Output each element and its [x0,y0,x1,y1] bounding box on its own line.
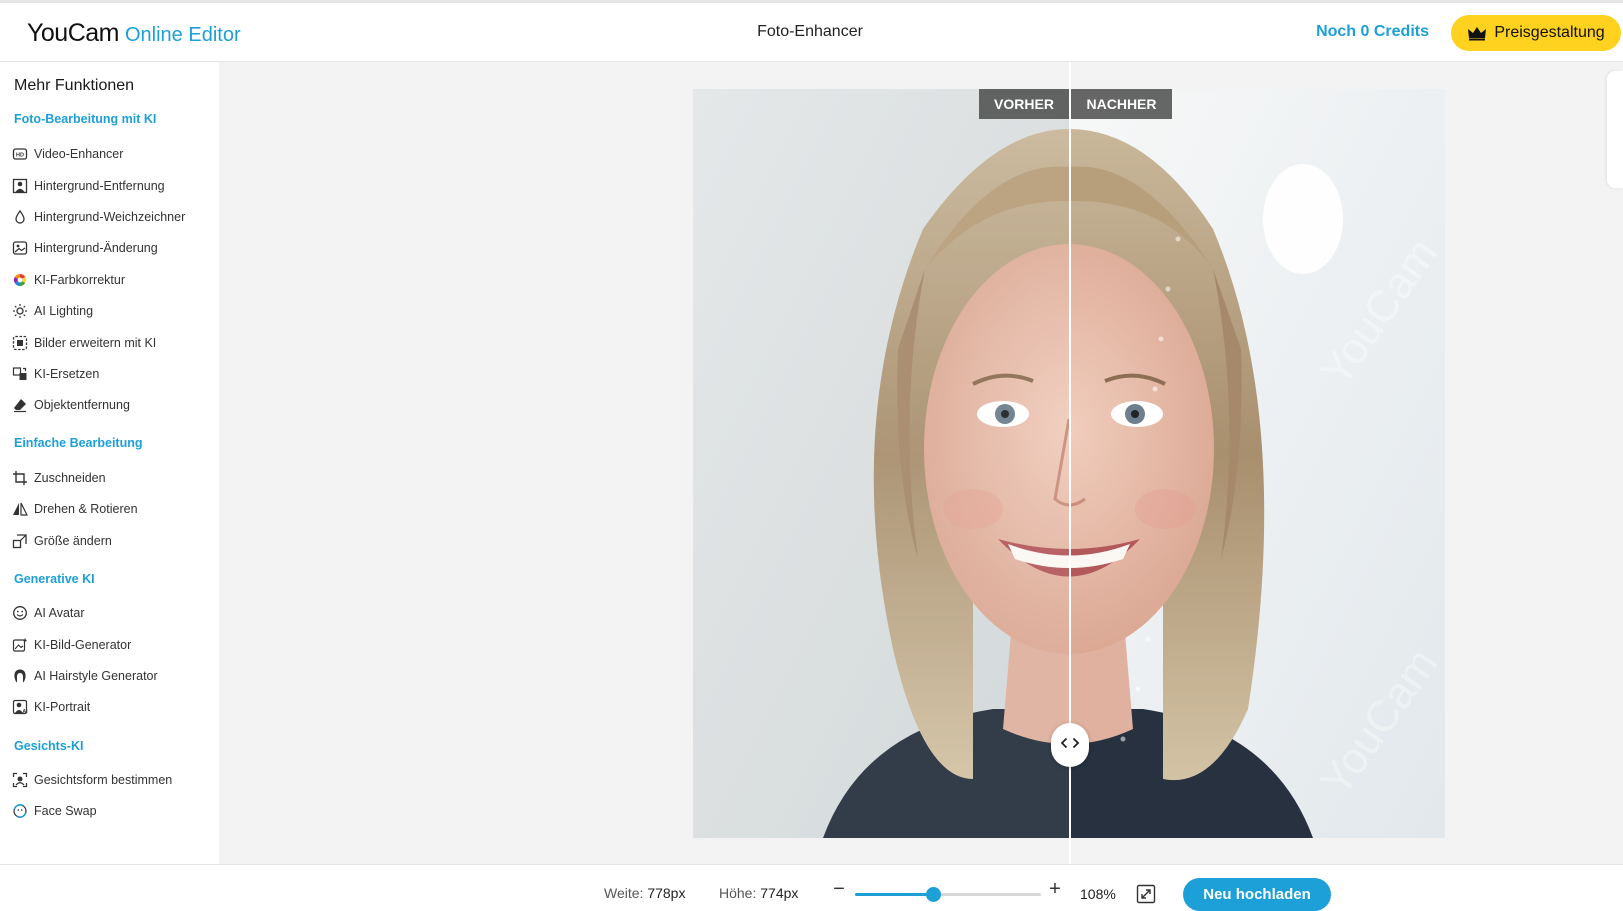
image-width-readout: Weite: 778px [604,885,685,901]
sidebar-title: Mehr Funktionen [14,77,135,94]
background-remove-icon [12,178,28,194]
sidebar-item-background-change[interactable]: Hintergrund-Änderung [12,237,158,259]
logo-subtitle: Online Editor [124,24,241,46]
fit-screen-icon[interactable] [1136,884,1156,904]
sidebar-item-resize[interactable]: Größe ändern [12,530,112,552]
sidebar-item-label: KI-Bild-Generator [34,638,132,652]
right-panel-tab[interactable] [1607,71,1623,188]
app-window: YouCam Online Editor Foto-Enhancer Noch … [0,0,1623,911]
youcam-logo[interactable]: YouCam Online Editor [27,19,241,48]
height-label: Höhe: [719,885,757,901]
sidebar-item-color-correction[interactable]: KI-Farbkorrektur [12,269,125,291]
page-title: Foto-Enhancer [757,23,863,40]
sidebar-item-label: Zuschneiden [34,471,106,485]
zoom-slider[interactable] [855,887,1041,902]
resize-icon [12,533,28,549]
pricing-label: Preisgestaltung [1494,24,1605,41]
sidebar-item-ai-avatar[interactable]: AI Avatar [12,602,85,624]
section-title-face-ai: Gesichts-KI [14,739,84,753]
bottom-toolbar: Weite: 778px Höhe: 774px − + 108% Neu ho… [0,864,1623,911]
crop-icon [12,470,28,486]
sidebar-item-label: Objektentfernung [34,398,130,412]
svg-text:AI: AI [23,709,29,715]
after-label: NACHHER [1071,89,1172,119]
zoom-percent: 108% [1080,886,1116,902]
sun-icon [12,303,28,319]
sidebar-item-crop[interactable]: Zuschneiden [12,467,106,489]
sidebar-item-image-generator[interactable]: KI-Bild-Generator [12,634,131,656]
sidebar-item-label: Drehen & Rotieren [34,502,138,516]
portrait-icon: AI [12,699,28,715]
width-label: Weite: [604,885,644,901]
chevron-left-icon [1060,736,1069,754]
sidebar-item-face-shape[interactable]: Gesichtsform bestimmen [12,769,172,791]
logo-brand: YouCam [27,19,119,47]
compare-slider-handle[interactable] [1051,723,1089,767]
width-value: 778px [647,885,686,901]
sidebar-item-label: Bilder erweitern mit KI [34,336,157,350]
before-label: VORHER [979,89,1069,119]
pricing-button[interactable]: Preisgestaltung [1451,15,1621,51]
section-title-photo-ai: Foto-Bearbeitung mit KI [14,112,157,126]
sidebar-item-label: Hintergrund-Entfernung [34,179,165,193]
replace-icon [12,366,28,382]
sidebar-item-expand-image[interactable]: Bilder erweitern mit KI [12,332,156,354]
sidebar-item-label: AI Hairstyle Generator [34,669,158,683]
image-change-icon [12,240,28,256]
sidebar-item-object-removal[interactable]: Objektentfernung [12,394,130,416]
reupload-button[interactable]: Neu hochladen [1183,878,1331,911]
sidebar-item-video-enhancer[interactable]: HD Video-Enhancer [12,143,123,165]
sidebar-item-ai-lighting[interactable]: AI Lighting [12,300,93,322]
sidebar-item-label: Face Swap [34,804,97,818]
face-scan-icon [12,772,28,788]
sidebar-item-label: Hintergrund-Weichzeichner [34,210,186,224]
section-title-basic-editing: Einfache Bearbeitung [14,436,143,450]
sidebar-item-background-blur[interactable]: Hintergrund-Weichzeichner [12,206,185,228]
sidebar-item-label: Hintergrund-Änderung [34,241,158,255]
svg-text:HD: HD [16,153,24,159]
smiley-icon [12,605,28,621]
face-swap-icon [12,803,28,819]
color-wheel-icon [12,272,28,288]
sidebar-item-ai-portrait[interactable]: AI KI-Portrait [12,696,90,718]
height-value: 774px [760,885,799,901]
sidebar-item-label: Größe ändern [34,534,112,548]
section-title-generative-ai: Generative KI [14,572,95,586]
crown-icon [1467,25,1487,41]
zoom-slider-fill [855,893,934,896]
sidebar-item-label: KI-Portrait [34,700,91,714]
zoom-in-button[interactable]: + [1047,879,1063,899]
sidebar-item-label: AI Avatar [34,606,85,620]
video-hd-icon: HD [12,146,28,162]
sidebar-item-background-removal[interactable]: Hintergrund-Entfernung [12,175,165,197]
sidebar: Mehr Funktionen Foto-Bearbeitung mit KI … [0,62,219,864]
image-generator-icon [12,637,28,653]
sidebar-item-label: KI-Farbkorrektur [34,273,125,287]
sidebar-item-ai-replace[interactable]: KI-Ersetzen [12,363,99,385]
credits-link[interactable]: Noch 0 Credits [1316,23,1429,41]
expand-image-icon [12,335,28,351]
sidebar-item-label: AI Lighting [34,304,94,318]
sidebar-item-hairstyle-generator[interactable]: AI Hairstyle Generator [12,665,158,687]
zoom-out-button[interactable]: − [831,879,847,899]
droplet-icon [12,209,28,225]
eraser-icon [12,397,28,413]
editor-canvas: YouCam YouCam VORHER NACHHER [219,62,1623,864]
zoom-slider-thumb[interactable] [926,887,942,902]
flip-icon [12,501,28,517]
sidebar-item-face-swap[interactable]: Face Swap [12,800,97,822]
chevron-right-icon [1071,736,1080,754]
hairstyle-icon [12,668,28,684]
image-height-readout: Höhe: 774px [719,885,798,901]
sidebar-item-label: Gesichtsform bestimmen [34,773,173,787]
sidebar-item-label: Video-Enhancer [34,147,124,161]
top-header: YouCam Online Editor Foto-Enhancer Noch … [0,0,1623,62]
sidebar-item-flip-rotate[interactable]: Drehen & Rotieren [12,498,138,520]
sidebar-item-label: KI-Ersetzen [34,367,100,381]
